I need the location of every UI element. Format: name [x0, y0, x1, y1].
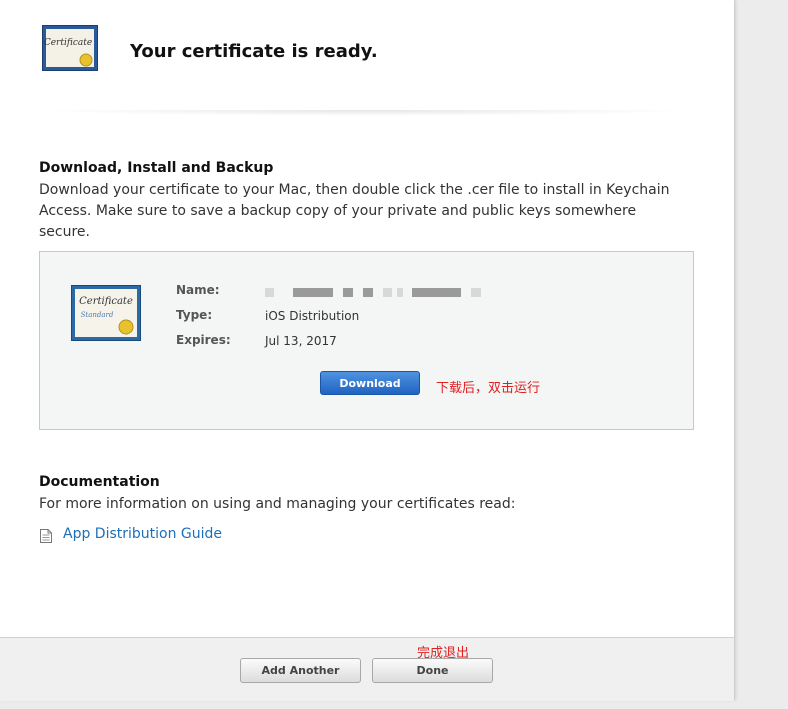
expires-label: Expires:	[176, 333, 231, 347]
type-value: iOS Distribution	[265, 309, 360, 323]
download-annotation: 下载后，双击运行	[436, 381, 541, 396]
type-label: Type:	[176, 308, 213, 322]
app-distribution-guide-link[interactable]: App Distribution Guide	[63, 526, 222, 542]
document-icon	[40, 529, 52, 543]
certificate-icon-title: Certificate	[44, 38, 92, 48]
page-title: Your certificate is ready.	[130, 41, 378, 62]
certificate-standard-icon-subtitle: Standard	[81, 311, 114, 319]
footer-bar: 完成退出 Add Another Done	[0, 637, 734, 701]
download-button[interactable]: Download	[320, 371, 420, 395]
name-label: Name:	[176, 283, 220, 297]
download-section-text: Download your certificate to your Mac, t…	[39, 182, 670, 240]
certificate-box: Certificate Standard Name: Type: iOS Dis…	[39, 251, 694, 430]
certificate-icon: Certificate	[42, 25, 98, 71]
add-another-button[interactable]: Add Another	[240, 658, 361, 683]
certificate-standard-icon-title: Certificate	[79, 296, 133, 307]
main-panel: Certificate Your certificate is ready. D…	[0, 0, 735, 701]
documentation-text: For more information on using and managi…	[39, 496, 516, 512]
header-divider	[34, 110, 699, 116]
done-button[interactable]: Done	[372, 658, 493, 683]
documentation-title: Documentation	[39, 474, 160, 490]
certificate-standard-icon: Certificate Standard	[71, 285, 141, 341]
expires-value: Jul 13, 2017	[265, 334, 337, 348]
download-section-title: Download, Install and Backup	[39, 160, 274, 176]
